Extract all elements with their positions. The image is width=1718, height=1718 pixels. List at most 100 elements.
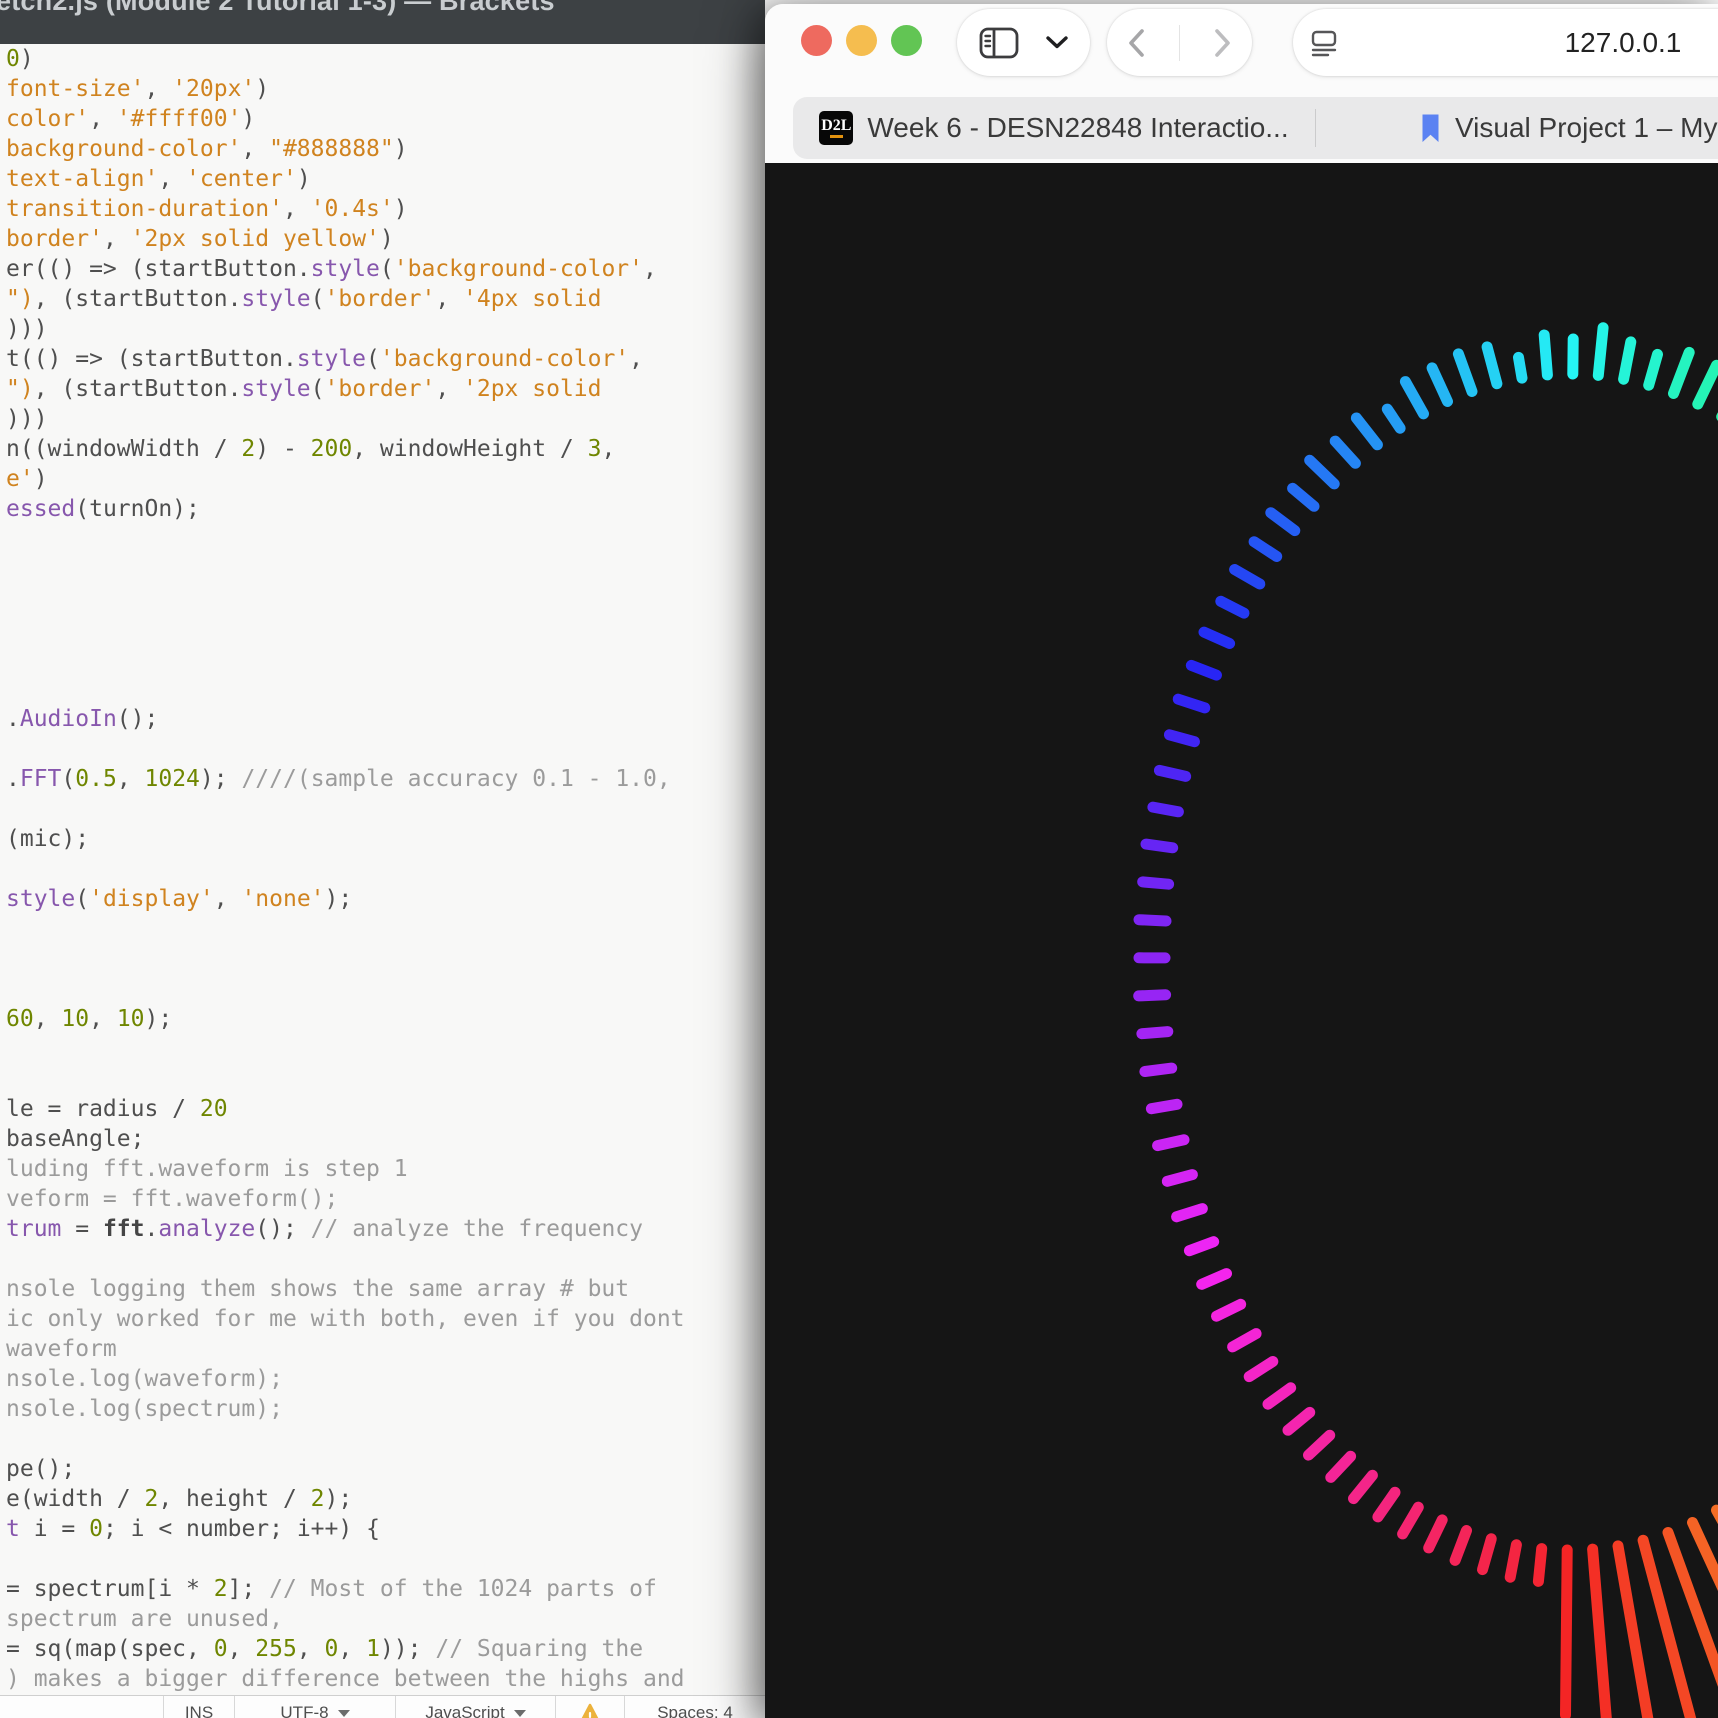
spectrum-dash — [1137, 876, 1175, 890]
code-line: waveform — [6, 1336, 117, 1362]
code-line: spectrum are unused, — [6, 1606, 283, 1632]
safari-toolbar: 127.0.0.1 — [765, 4, 1718, 95]
spectrum-dash — [1183, 1236, 1220, 1257]
code-line: "), (startButton.style('border', '4px so… — [6, 286, 602, 312]
spectrum-dash — [1692, 359, 1718, 410]
code-line: nsole.log(spectrum); — [6, 1396, 283, 1422]
minimize-button[interactable] — [846, 25, 877, 56]
code-line: n((windowWidth / 2) - 200, windowHeight … — [6, 436, 616, 462]
bookmark-icon — [1422, 114, 1439, 142]
spectrum-dash — [1348, 1469, 1378, 1505]
spectrum-dash — [1215, 595, 1250, 619]
warning-icon — [581, 1703, 599, 1718]
code-line: trum = fft.analyze(); // analyze the fre… — [6, 1216, 644, 1242]
code-line: transition-duration', '0.4s') — [6, 196, 408, 222]
forward-icon[interactable] — [1213, 28, 1232, 58]
spectrum-dash — [1618, 336, 1637, 385]
spectrum-dash — [1196, 1268, 1232, 1290]
code-line: .FFT(0.5, 1024); ////(sample accuracy 0.… — [6, 766, 671, 792]
spectrum-dash — [1329, 435, 1361, 469]
screen: etch2.js (Module 2 Tutorial 1-3) — Brack… — [0, 0, 1718, 1718]
spectrum-dash — [1163, 729, 1200, 748]
spectrum-dash — [1426, 362, 1453, 407]
tab-bar: D2L Week 6 - DESN22848 Interactio... Vis… — [765, 95, 1718, 163]
spectrum-dash — [1265, 507, 1301, 537]
spectrum-dash — [1372, 1486, 1401, 1523]
spectrum-dash — [1198, 626, 1236, 649]
code-line: essed(turnOn); — [6, 496, 200, 522]
spectrum-dash — [1133, 989, 1172, 1002]
status-encoding[interactable]: UTF-8 — [234, 1696, 395, 1718]
tab-title: Visual Project 1 – MyB — [1455, 112, 1718, 143]
code-line: ic only worked for me with both, even if… — [6, 1306, 685, 1332]
spectrum-dash — [1587, 1543, 1612, 1718]
spectrum-dash — [1139, 1062, 1178, 1077]
close-button[interactable] — [801, 25, 832, 56]
code-line: e(width / 2, height / 2); — [6, 1486, 353, 1512]
address-bar[interactable]: 127.0.0.1 — [1293, 9, 1718, 76]
sidebar-icon — [979, 27, 1019, 58]
spectrum-dash — [1303, 1429, 1336, 1461]
window-controls — [801, 25, 922, 56]
zoom-button[interactable] — [891, 25, 922, 56]
code-line: 60, 10, 10); — [6, 1006, 173, 1032]
spectrum-dash — [1452, 348, 1478, 397]
spectrum-dash — [1133, 914, 1172, 927]
code-line: ))) — [6, 406, 48, 432]
status-indent[interactable]: Spaces: 4 — [624, 1696, 765, 1718]
spectrum-dash — [1227, 1328, 1262, 1353]
spectrum-dash — [1172, 693, 1211, 714]
code-line: luding fft.waveform is step 1 — [6, 1156, 408, 1182]
code-line: "), (startButton.style('border', '2px so… — [6, 376, 602, 402]
code-line: veform = fft.waveform(); — [6, 1186, 339, 1212]
code-line: er(() => (startButton.style('background-… — [6, 256, 657, 282]
spectrum-dash — [1477, 1533, 1497, 1576]
code-line: color', '#ffff00') — [6, 106, 256, 132]
spectrum-dash — [1504, 1539, 1522, 1583]
tab-week6-d2l[interactable]: D2L Week 6 - DESN22848 Interactio... — [793, 97, 1315, 159]
status-language[interactable]: JavaScript — [395, 1696, 555, 1718]
status-insert-mode[interactable]: INS — [163, 1696, 234, 1718]
tab-visual-project[interactable]: Visual Project 1 – MyB — [1316, 97, 1718, 159]
spectrum-dash — [1532, 1543, 1548, 1587]
page-format-icon[interactable] — [1311, 29, 1337, 57]
code-line: pe(); — [6, 1456, 76, 1482]
spectrum-dash — [1538, 329, 1553, 381]
spectrum-dash — [1229, 564, 1266, 590]
code-line: style('display', 'none'); — [6, 886, 353, 912]
spectrum-dash — [1153, 764, 1192, 782]
code-editor[interactable]: 0) font-size', '20px') color', '#ffff00') b… — [0, 44, 765, 1695]
code-line: t(() => (startButton.style('background-c… — [6, 346, 644, 372]
spectrum-dash — [1399, 376, 1429, 420]
status-lint-warning[interactable] — [555, 1696, 624, 1718]
sidebar-button[interactable] — [957, 9, 1090, 76]
spectrum-dash — [1136, 1026, 1174, 1040]
brackets-window: etch2.js (Module 2 Tutorial 1-3) — Brack… — [0, 0, 765, 1718]
spectrum-dash — [1381, 403, 1406, 434]
spectrum-dash — [1161, 1169, 1198, 1187]
code-line: baseAngle; — [6, 1126, 145, 1152]
window-title: etch2.js (Module 2 Tutorial 1-3) — Brack… — [0, 0, 555, 16]
spectrum-dash — [1481, 341, 1503, 390]
safari-window: 127.0.0.1 D2L Week 6 - DESN22848 Interac… — [765, 4, 1718, 1718]
spectrum-dash — [1145, 1098, 1183, 1115]
spectrum-dash — [1449, 1525, 1472, 1566]
code-line: = sq(map(spec, 0, 255, 0, 1)); // Squari… — [6, 1636, 644, 1662]
spectrum-dash — [1243, 1356, 1279, 1383]
dropdown-arrow-icon — [337, 1710, 350, 1718]
code-line: .AudioIn(); — [6, 706, 159, 732]
brackets-titlebar: etch2.js (Module 2 Tutorial 1-3) — Brack… — [0, 0, 765, 44]
spectrum-dash — [1248, 536, 1283, 562]
nav-buttons — [1107, 9, 1252, 76]
back-icon[interactable] — [1127, 28, 1146, 58]
